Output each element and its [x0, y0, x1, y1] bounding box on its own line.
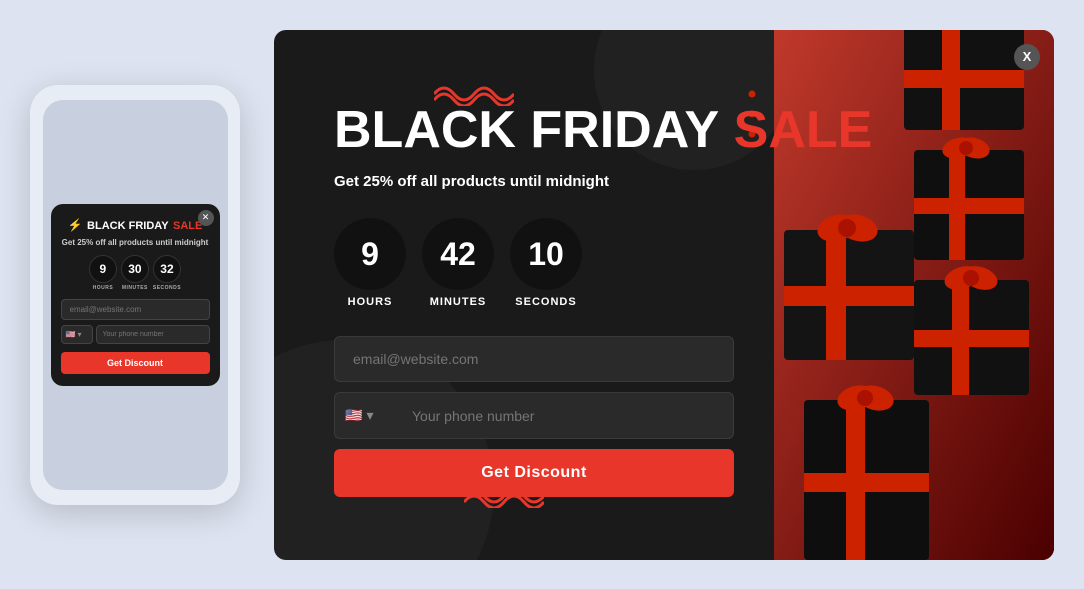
phone-hours-block: 9 HOURS [89, 255, 117, 291]
phone-hours-value: 9 [89, 255, 117, 283]
modal-minutes-block: 42 MINUTES [422, 218, 494, 308]
phone-hours-label: HOURS [93, 285, 114, 291]
phone-minutes-label: MINUTES [122, 285, 148, 291]
modal-close-button[interactable]: X [1014, 44, 1040, 70]
phone-phone-input[interactable] [96, 325, 210, 344]
phone-cta-button[interactable]: Get Discount [61, 352, 210, 374]
modal-hours-value: 9 [334, 218, 406, 290]
modal-title: BLACK FRIDAY SALE [334, 102, 1004, 159]
phone-popup: ✕ ⚡ BLACK FRIDAY SALE Get 25% off all pr… [51, 204, 220, 386]
phone-timer: 9 HOURS 30 MINUTES 32 SECONDS [61, 255, 210, 291]
modal-email-input[interactable] [334, 336, 734, 382]
modal-phone-row: 🇺🇸 ▾ [334, 392, 734, 439]
phone-phone-row: 🇺🇸 ▾ [61, 325, 210, 344]
modal-title-black: BLACK FRIDAY [334, 101, 719, 159]
phone-popup-subtitle: Get 25% off all products until midnight [61, 238, 210, 247]
modal-seconds-block: 10 SECONDS [510, 218, 582, 308]
main-modal: X BLACK FRIDAY SALE Get 25% off all prod… [274, 30, 1054, 560]
modal-phone-input[interactable] [394, 392, 734, 439]
phone-minutes-block: 30 MINUTES [121, 255, 149, 291]
modal-minutes-value: 42 [422, 218, 494, 290]
phone-seconds-value: 32 [153, 255, 181, 283]
modal-flag-select[interactable]: 🇺🇸 ▾ [334, 392, 394, 439]
modal-flag-chevron: ▾ [366, 407, 373, 424]
phone-flag-chevron: ▾ [77, 330, 81, 339]
phone-seconds-label: SECONDS [153, 285, 181, 291]
modal-title-sale: SALE [734, 101, 873, 159]
phone-inner: ✕ ⚡ BLACK FRIDAY SALE Get 25% off all pr… [43, 100, 228, 490]
modal-minutes-label: MINUTES [430, 296, 487, 308]
phone-seconds-block: 32 SECONDS [153, 255, 181, 291]
phone-email-input[interactable] [61, 299, 210, 320]
modal-cta-button[interactable]: Get Discount [334, 449, 734, 497]
modal-seconds-label: SECONDS [515, 296, 576, 308]
modal-timer: 9 HOURS 42 MINUTES 10 SECONDS [334, 218, 1004, 308]
modal-hours-block: 9 HOURS [334, 218, 406, 308]
phone-flag-select[interactable]: 🇺🇸 ▾ [61, 325, 93, 344]
modal-flag: 🇺🇸 [345, 407, 362, 424]
phone-flag: 🇺🇸 [66, 330, 76, 339]
modal-left-panel: BLACK FRIDAY SALE Get 25% off all produc… [274, 30, 1054, 560]
phone-preview-container: ✕ ⚡ BLACK FRIDAY SALE Get 25% off all pr… [30, 85, 240, 505]
modal-subtitle: Get 25% off all products until midnight [334, 173, 1004, 190]
modal-form: 🇺🇸 ▾ Get Discount [334, 336, 734, 497]
phone-title-sale: SALE [173, 220, 202, 232]
phone-lightning-icon: ⚡ [68, 218, 83, 232]
phone-title-black: BLACK FRIDAY [87, 220, 169, 232]
modal-seconds-value: 10 [510, 218, 582, 290]
phone-minutes-value: 30 [121, 255, 149, 283]
phone-close-button[interactable]: ✕ [198, 210, 214, 226]
modal-hours-label: HOURS [348, 296, 393, 308]
phone-popup-title: ⚡ BLACK FRIDAY SALE [61, 216, 210, 234]
